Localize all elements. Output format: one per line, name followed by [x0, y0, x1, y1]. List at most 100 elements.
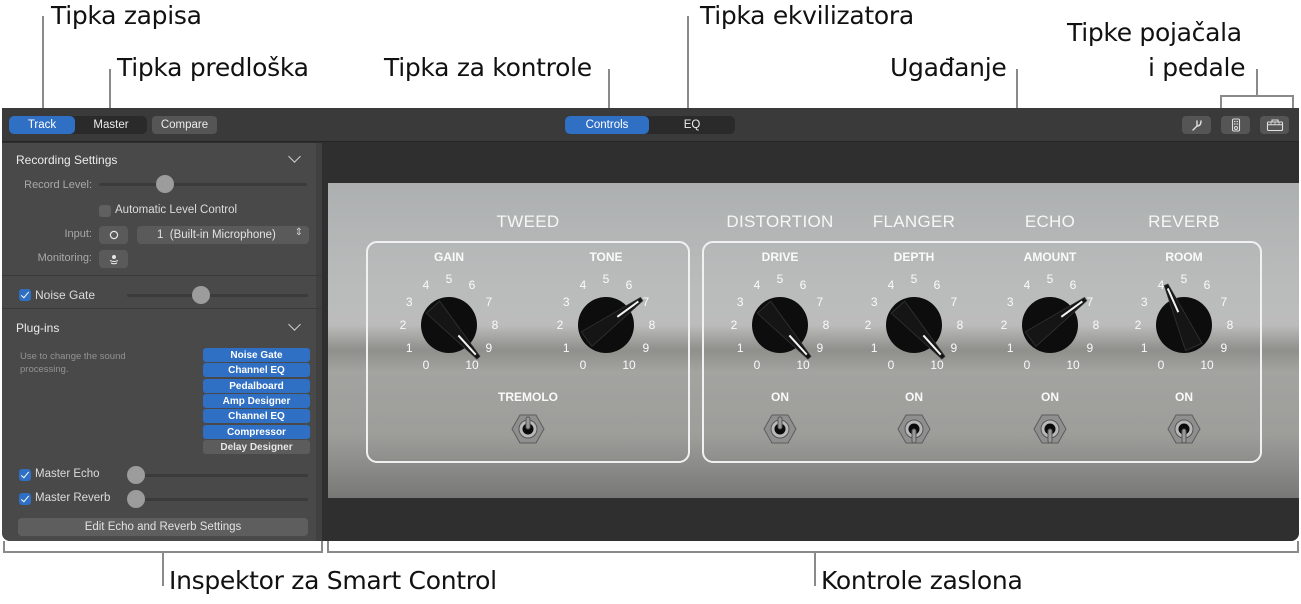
- callout-bracket: [327, 541, 329, 552]
- input-select[interactable]: 1 (Built-in Microphone) ⇕: [137, 226, 309, 244]
- toggle-lever: [911, 428, 917, 444]
- recording-settings-header[interactable]: Recording Settings: [16, 153, 117, 167]
- master-reverb-slider[interactable]: [127, 498, 308, 501]
- knob-label: ROOM: [1165, 250, 1203, 264]
- callout-inspector: Inspektor za Smart Control: [169, 566, 497, 595]
- knob[interactable]: 0 1 2 3 4 5 6 7 8 9 10: [1124, 263, 1244, 383]
- toggle-switch[interactable]: [508, 411, 548, 461]
- chevron-down-icon[interactable]: [288, 318, 301, 331]
- monitoring-label: Monitoring:: [37, 252, 92, 264]
- record-level-thumb[interactable]: [156, 175, 174, 193]
- knob-scale-tick: 9: [1220, 341, 1227, 355]
- switch-label: ON: [1041, 390, 1059, 404]
- switch-label: TREMOLO: [498, 390, 558, 404]
- callout-bracket: [1297, 541, 1299, 552]
- pedal-button[interactable]: [1221, 116, 1250, 134]
- toggle-lever: [1047, 428, 1053, 444]
- knob-scale-tick: 4: [1158, 278, 1165, 292]
- knob-scale-tick: 9: [1086, 341, 1093, 355]
- track-button[interactable]: Track: [9, 116, 75, 134]
- knob-label: TONE: [589, 250, 623, 264]
- knob-label: DEPTH: [893, 250, 935, 264]
- toggle-switch[interactable]: [760, 411, 800, 461]
- knob-scale-tick: 0: [1158, 358, 1165, 372]
- mono-circle-icon: [109, 230, 118, 240]
- noise-gate-checkbox[interactable]: [19, 289, 31, 301]
- record-level-slider[interactable]: [99, 183, 307, 186]
- knob-scale-tick: 0: [888, 358, 895, 372]
- plugins-header[interactable]: Plug-ins: [16, 321, 59, 335]
- divider: [2, 275, 322, 276]
- plugin-slot[interactable]: Noise Gate: [203, 348, 310, 362]
- auto-level-checkbox[interactable]: [99, 205, 111, 217]
- noise-gate-slider[interactable]: [127, 294, 308, 297]
- knob-scale-tick: 6: [469, 278, 476, 292]
- toggle-switch[interactable]: [1030, 411, 1070, 461]
- controls-button[interactable]: Controls: [565, 116, 649, 134]
- callout-controls-button: Tipka za kontrole: [384, 53, 592, 82]
- switch-label: ON: [771, 390, 789, 404]
- knob[interactable]: 0 1 2 3 4 5 6 7 8 9 10: [720, 263, 840, 383]
- toggle-switch[interactable]: [1164, 411, 1204, 461]
- eq-button[interactable]: EQ: [649, 116, 735, 134]
- knob-scale-tick: 0: [1024, 358, 1031, 372]
- callout-tuner: Ugađanje: [890, 53, 1007, 82]
- knob-scale-tick: 1: [563, 341, 570, 355]
- plugin-slot[interactable]: Delay Designer: [203, 440, 310, 454]
- callout-template-button: Tipka predloška: [117, 53, 309, 82]
- knob[interactable]: 0 1 2 3 4 5 6 7 8 9 10: [990, 263, 1110, 383]
- plugin-slot[interactable]: Compressor: [203, 425, 310, 439]
- knob-scale-tick: 8: [492, 318, 499, 332]
- knob-scale-tick: 3: [563, 295, 570, 309]
- divider: [2, 308, 322, 309]
- switch-label: ON: [905, 390, 923, 404]
- knob-scale-tick: 10: [930, 358, 944, 372]
- knob-scale-tick: 4: [580, 278, 587, 292]
- callout-line: [1256, 69, 1258, 96]
- record-level-label: Record Level:: [24, 179, 92, 191]
- knob-scale-tick: 8: [823, 318, 830, 332]
- toggle-switch[interactable]: [894, 411, 934, 461]
- master-echo-checkbox[interactable]: [19, 469, 31, 481]
- edit-echo-reverb-button[interactable]: Edit Echo and Reverb Settings: [18, 518, 308, 536]
- inspector-scrollbar[interactable]: [316, 143, 322, 541]
- knob[interactable]: 0 1 2 3 4 5 6 7 8 9 10: [389, 263, 509, 383]
- master-button[interactable]: Master: [75, 116, 147, 134]
- smart-controls-window: Track Master Compare Controls EQ Recordi…: [2, 108, 1299, 541]
- plugin-slot[interactable]: Channel EQ: [203, 409, 310, 423]
- master-echo-slider[interactable]: [127, 474, 308, 477]
- monitoring-button[interactable]: [99, 250, 128, 268]
- pedal-icon: [1231, 118, 1240, 132]
- callout-line: [687, 16, 689, 117]
- knob[interactable]: 0 1 2 3 4 5 6 7 8 9 10: [854, 263, 974, 383]
- master-reverb-thumb[interactable]: [127, 490, 145, 508]
- knob-scale-tick: 10: [622, 358, 636, 372]
- callout-line: [162, 552, 164, 586]
- plugin-slot[interactable]: Pedalboard: [203, 379, 310, 393]
- knob-label: AMOUNT: [1023, 250, 1077, 264]
- knob-scale-tick: 6: [1070, 278, 1077, 292]
- knob-scale-tick: 4: [423, 278, 430, 292]
- tuner-button[interactable]: [1182, 116, 1211, 134]
- master-echo-thumb[interactable]: [127, 466, 145, 484]
- plugin-slot[interactable]: Channel EQ: [203, 363, 310, 377]
- callout-bracket: [321, 541, 323, 552]
- knob[interactable]: 0 1 2 3 4 5 6 7 8 9 10: [546, 263, 666, 383]
- knob-scale-tick: 8: [649, 318, 656, 332]
- knob-scale-tick: 9: [816, 341, 823, 355]
- master-reverb-checkbox[interactable]: [19, 493, 31, 505]
- knob-scale-tick: 1: [871, 341, 878, 355]
- amp-button[interactable]: [1260, 116, 1289, 134]
- master-echo-label: Master Echo: [35, 468, 100, 480]
- track-master-segmented: Track Master: [9, 116, 147, 134]
- input-format-button[interactable]: [99, 226, 128, 244]
- knob-scale-tick: 7: [485, 295, 492, 309]
- plugin-slot[interactable]: Amp Designer: [203, 394, 310, 408]
- knob-scale-tick: 7: [642, 295, 649, 309]
- callout-bracket: [1220, 95, 1294, 97]
- knob-scale-tick: 8: [957, 318, 964, 332]
- noise-gate-thumb[interactable]: [192, 286, 211, 304]
- toggle-lever: [1181, 428, 1187, 444]
- compare-button[interactable]: Compare: [152, 116, 217, 134]
- chevron-down-icon[interactable]: [288, 150, 301, 163]
